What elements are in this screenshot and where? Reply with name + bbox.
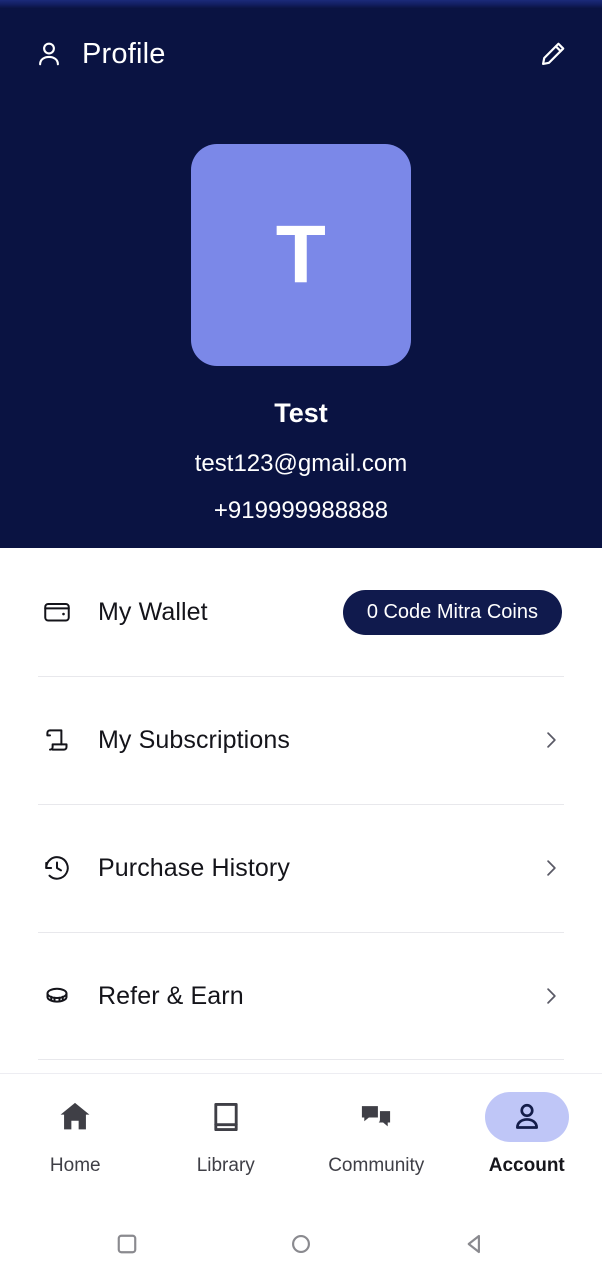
user-email: test123@gmail.com [194,450,408,477]
coin-icon [40,979,74,1013]
tab-library-label: Library [196,1155,255,1176]
scroll-icon [40,723,74,757]
header-bar: Profile [0,8,602,100]
recents-button[interactable] [105,1222,149,1266]
header-title-group: Profile [34,39,530,69]
android-system-nav [0,1208,602,1280]
profile-summary: T Test test123@gmail.com +919999988888 [0,144,602,523]
avatar-initial: T [275,209,327,300]
menu-item-label: My Subscriptions [98,725,290,754]
person-outline-icon [34,39,64,69]
chevron-right-icon [547,988,556,1004]
account-person-icon [515,1103,538,1129]
avatar: T [191,144,411,366]
profile-header: Profile T Test test123@gmail.com +919999… [0,8,602,548]
menu-item-label: Purchase History [98,853,290,882]
tab-account-pill [484,1092,569,1142]
menu-item-my-subscriptions[interactable]: My Subscriptions [0,676,602,804]
tab-library-pill [184,1092,268,1142]
edit-profile-button[interactable] [530,32,574,76]
back-button[interactable] [453,1222,497,1266]
tab-community-label: Community [328,1155,425,1176]
home-button[interactable] [279,1222,323,1266]
home-icon [60,1102,90,1130]
page-title: Profile [82,37,166,70]
wallet-icon [40,595,74,629]
tab-home[interactable]: Home [0,1092,151,1175]
menu-item-label: My Wallet [98,597,208,626]
history-clock-icon [40,851,74,885]
status-bar [0,0,602,8]
pencil-icon [537,39,568,70]
tab-community-pill [334,1092,418,1142]
home-circle-icon [292,1235,310,1253]
tab-account-label: Account [488,1155,565,1176]
tab-home-pill [33,1092,117,1142]
menu-item-refer-and-earn[interactable]: Refer & Earn [0,932,602,1060]
chevron-right-icon [547,732,556,748]
user-phone: +919999988888 [213,497,389,524]
profile-screen: Profile T Test test123@gmail.com +919999… [0,0,602,1280]
tab-home-label: Home [49,1155,101,1176]
profile-menu-list: My Wallet 0 Code Mitra Coins My Subscrip… [0,548,602,1073]
code-mitra-coins-badge[interactable]: 0 Code Mitra Coins [342,589,562,635]
recents-square-icon [117,1234,137,1254]
chevron-right-icon [547,860,556,876]
back-triangle-icon [467,1234,480,1254]
tab-library[interactable]: Library [151,1092,302,1175]
user-name: Test [274,398,328,428]
chat-bubbles-icon [362,1106,391,1127]
tab-account[interactable]: Account [452,1092,602,1175]
menu-item-my-wallet[interactable]: My Wallet 0 Code Mitra Coins [0,548,602,676]
tab-community[interactable]: Community [301,1092,452,1175]
book-icon [214,1102,238,1132]
menu-item-label: Refer & Earn [98,981,244,1010]
menu-item-purchase-history[interactable]: Purchase History [0,804,602,932]
bottom-tab-bar: Home Library Community Account [0,1073,602,1208]
